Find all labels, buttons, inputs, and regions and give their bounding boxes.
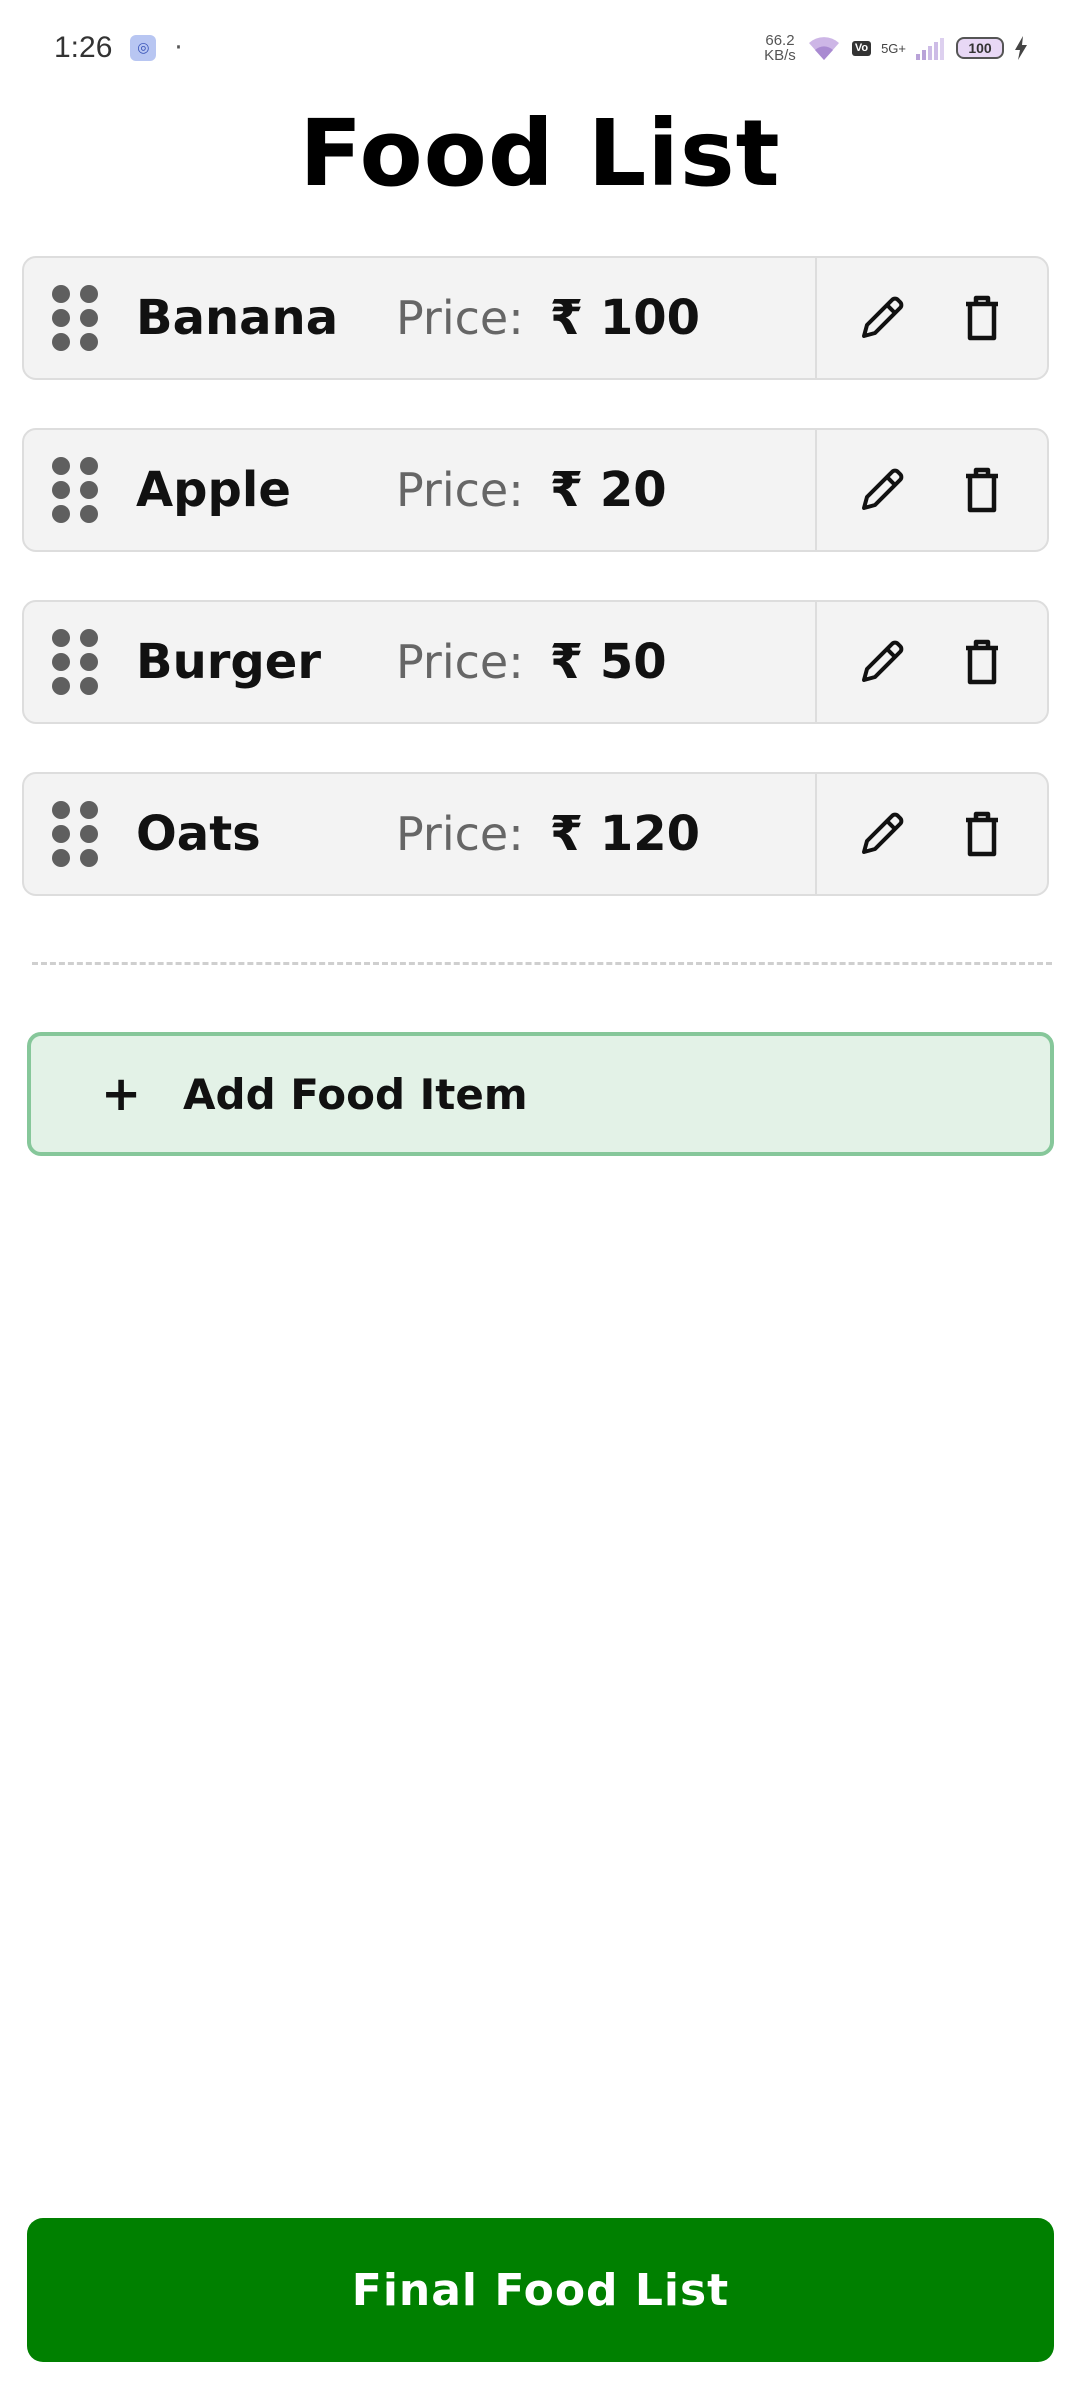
row-actions <box>815 774 1047 894</box>
trash-icon <box>966 467 998 513</box>
network-type: 5G+ <box>881 40 906 56</box>
food-row-oats[interactable]: Oats Price: ₹ 120 <box>22 772 1049 896</box>
drag-handle-icon[interactable] <box>52 629 102 695</box>
trash-icon <box>966 295 998 341</box>
row-actions <box>815 602 1047 722</box>
price-label: Price: <box>396 463 524 517</box>
drag-handle-icon[interactable] <box>52 457 102 523</box>
final-food-list-button[interactable]: Final Food List <box>27 2218 1054 2362</box>
food-name: Burger <box>136 634 322 690</box>
price-value: ₹ 120 <box>549 806 701 862</box>
food-row-burger[interactable]: Burger Price: ₹ 50 <box>22 600 1049 724</box>
add-food-item-label: Add Food Item <box>183 1069 528 1119</box>
status-right: 66.2 KB/s Vo 5G+ 100 <box>764 33 1028 63</box>
row-actions <box>815 430 1047 550</box>
pencil-icon <box>862 296 904 338</box>
drag-handle-icon[interactable] <box>52 285 102 351</box>
food-name: Oats <box>136 806 261 862</box>
app-notification-icon: ◎ <box>130 35 157 61</box>
network-speed-unit: KB/s <box>764 47 796 64</box>
battery-level: 100 <box>968 40 992 56</box>
food-row-apple[interactable]: Apple Price: ₹ 20 <box>22 428 1049 552</box>
charging-bolt-icon <box>1014 36 1028 60</box>
pencil-icon <box>862 640 904 682</box>
network-speed: 66.2 KB/s <box>764 33 796 63</box>
price-label: Price: <box>396 807 524 861</box>
price-value: ₹ 100 <box>549 290 701 346</box>
edit-button[interactable] <box>854 462 910 518</box>
delete-button[interactable] <box>954 634 1010 690</box>
price-value: ₹ 50 <box>549 634 667 690</box>
price-label: Price: <box>396 291 524 345</box>
delete-button[interactable] <box>954 806 1010 862</box>
plus-icon: + <box>101 1066 142 1122</box>
trash-icon <box>966 811 998 857</box>
page-title: Food List <box>299 100 781 207</box>
price-label: Price: <box>396 635 524 689</box>
final-food-list-label: Final Food List <box>351 2264 730 2316</box>
dashed-divider <box>32 962 1052 965</box>
edit-button[interactable] <box>854 806 910 862</box>
food-list: Banana Price: ₹ 100 Apple Price: ₹ 20 Bu… <box>22 256 1049 944</box>
volte-badge: Vo <box>851 40 872 56</box>
row-actions <box>815 258 1047 378</box>
delete-button[interactable] <box>954 462 1010 518</box>
battery-icon: 100 <box>956 37 1004 59</box>
food-list-screen: 1:26 ◎ · 66.2 KB/s Vo 5G+ 100 Food List … <box>0 0 1080 2400</box>
network-speed-value: 66.2 <box>765 32 795 49</box>
trash-icon <box>966 639 998 685</box>
notification-dot-icon: · <box>174 33 183 63</box>
pencil-icon <box>862 812 904 854</box>
add-food-item-button[interactable]: + Add Food Item <box>27 1032 1054 1156</box>
food-name: Apple <box>136 462 291 518</box>
delete-button[interactable] <box>954 290 1010 346</box>
edit-button[interactable] <box>854 290 910 346</box>
food-name: Banana <box>136 290 339 346</box>
status-bar: 1:26 ◎ · 66.2 KB/s Vo 5G+ 100 <box>0 0 1080 96</box>
wifi-icon <box>806 34 842 62</box>
status-left: 1:26 ◎ · <box>54 31 183 65</box>
edit-button[interactable] <box>854 634 910 690</box>
food-row-banana[interactable]: Banana Price: ₹ 100 <box>22 256 1049 380</box>
pencil-icon <box>862 468 904 510</box>
signal-icon <box>916 36 946 60</box>
drag-handle-icon[interactable] <box>52 801 102 867</box>
price-value: ₹ 20 <box>549 462 667 518</box>
clock: 1:26 <box>54 31 113 64</box>
